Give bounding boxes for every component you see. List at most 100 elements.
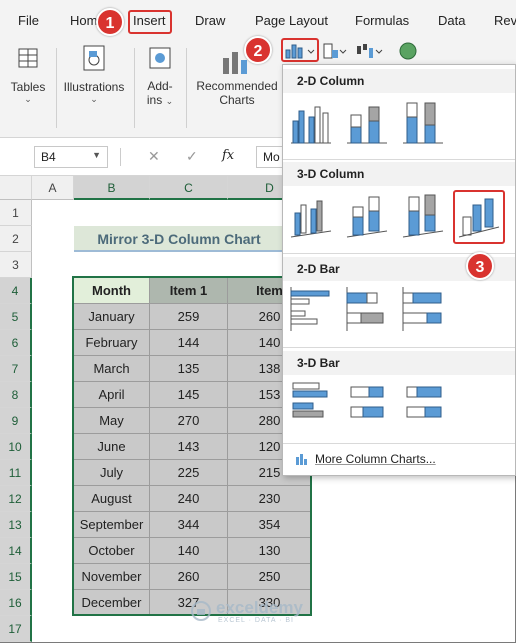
row-header[interactable]: 2 [0,226,32,252]
chevron-down-icon: ⌄ [90,94,98,104]
tables-group[interactable]: Tables ⌄ [8,42,48,105]
row-header[interactable]: 12 [0,486,32,512]
waterfall-chart-icon[interactable] [354,42,384,60]
clustered-bar-option[interactable] [289,285,333,335]
stacked-column-option[interactable] [345,97,389,147]
menu-formulas[interactable]: Formulas [355,13,409,28]
menu-file[interactable]: File [18,13,39,28]
row-header[interactable]: 11 [0,460,32,486]
table-cell[interactable]: August [74,486,150,512]
row-header[interactable]: 4 [0,278,32,304]
table-cell[interactable]: 240 [150,486,228,512]
column-header-b[interactable]: B [74,176,150,200]
addins-label-1: Add- [147,79,173,93]
row-header[interactable]: 7 [0,356,32,382]
row-header[interactable]: 13 [0,512,32,538]
menu-data[interactable]: Data [438,13,465,28]
row-header[interactable]: 15 [0,564,32,590]
function-icon[interactable]: fx [222,148,234,163]
row-header[interactable]: 1 [0,200,32,226]
table-cell[interactable]: 259 [150,304,228,330]
table-cell[interactable]: 344 [150,512,228,538]
row-header[interactable]: 8 [0,382,32,408]
illustrations-group[interactable]: Illustrations ⌄ [62,42,126,105]
table-cell[interactable]: 270 [150,408,228,434]
addins-icon [149,47,171,69]
sheet-title[interactable]: Mirror 3-D Column Chart [74,226,284,252]
row-header[interactable]: 17 [0,616,32,642]
row-header[interactable]: 14 [0,538,32,564]
menu-review[interactable]: Rev [494,13,516,28]
section-2d-column: 2-D Column [283,69,515,93]
table-cell[interactable]: 354 [228,512,312,538]
3d-100-stacked-column-option[interactable] [401,191,445,241]
illustrations-label: Illustrations [63,80,125,94]
table-cell[interactable]: 144 [150,330,228,356]
name-box[interactable]: B4 ▼ [34,146,108,168]
table-cell[interactable]: December [74,590,150,616]
more-column-charts-label: More Column Charts... [315,452,436,466]
table-cell[interactable]: 260 [150,564,228,590]
row-header[interactable]: 6 [0,330,32,356]
3d-stacked-column-option[interactable] [345,191,389,241]
3d-stacked-bar-option[interactable] [345,379,389,429]
table-cell[interactable]: 130 [228,538,312,564]
table-cell[interactable]: 230 [228,486,312,512]
3d-clustered-bar-option[interactable] [289,379,333,429]
select-all-corner[interactable] [0,176,32,200]
enter-icon[interactable]: ✓ [186,148,198,165]
maps-icon[interactable] [396,42,420,60]
step-badge-3: 3 [466,252,494,280]
3d-column-highlight [453,190,505,244]
hierarchy-chart-icon[interactable] [322,42,348,60]
column-header-a[interactable]: A [32,176,74,200]
watermark-logo-icon [191,601,211,621]
row-header[interactable]: 16 [0,590,32,616]
divider [283,159,515,160]
table-cell[interactable]: April [74,382,150,408]
table-cell[interactable]: 145 [150,382,228,408]
table-cell[interactable]: May [74,408,150,434]
column-header-c[interactable]: C [150,176,228,200]
table-cell[interactable]: 250 [228,564,312,590]
table-cell[interactable]: 143 [150,434,228,460]
table-cell[interactable]: January [74,304,150,330]
stacked-bar-option[interactable] [345,285,389,335]
menu-page-layout[interactable]: Page Layout [255,13,328,28]
table-cell[interactable]: November [74,564,150,590]
100-stacked-bar-option[interactable] [401,285,445,335]
ribbon-divider [134,48,135,128]
table-cell[interactable]: June [74,434,150,460]
column-chart-button[interactable] [284,42,318,60]
table-header-cell[interactable]: Item 1 [150,278,228,304]
table-cell[interactable]: July [74,460,150,486]
table-cell[interactable]: September [74,512,150,538]
recommended-label-1: Recommended [196,79,278,93]
row-header[interactable]: 5 [0,304,32,330]
menu-draw[interactable]: Draw [195,13,225,28]
divider [120,148,121,166]
section-3d-column: 3-D Column [283,162,515,186]
clustered-column-option[interactable] [289,97,333,147]
table-cell[interactable]: 140 [150,538,228,564]
addins-group[interactable]: Add- ins ⌄ [140,42,180,107]
table-cell[interactable]: 225 [150,460,228,486]
section-3d-bar: 3-D Bar [283,351,515,375]
shapes-icon [83,45,105,71]
table-cell[interactable]: October [74,538,150,564]
table-header-cell[interactable]: Month [74,278,150,304]
row-header[interactable]: 10 [0,434,32,460]
table-cell[interactable]: March [74,356,150,382]
cancel-icon[interactable]: ✕ [148,148,160,165]
step-badge-2: 2 [244,36,272,64]
watermark-text: exceldemy [216,598,303,617]
table-cell[interactable]: 135 [150,356,228,382]
100-stacked-column-option[interactable] [401,97,445,147]
row-header[interactable]: 3 [0,252,32,278]
row-header[interactable]: 9 [0,408,32,434]
tables-label: Tables [10,80,46,94]
more-column-charts-link[interactable]: More Column Charts... [295,452,436,466]
table-cell[interactable]: February [74,330,150,356]
3d-clustered-column-option[interactable] [289,191,333,241]
3d-100-stacked-bar-option[interactable] [401,379,445,429]
